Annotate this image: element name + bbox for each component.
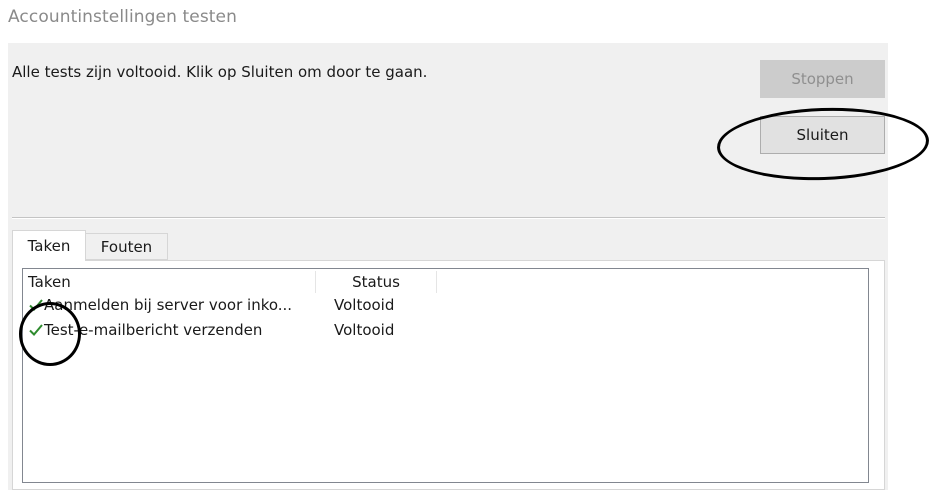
tab-fouten[interactable]: Fouten [86,233,168,260]
task-list[interactable]: Taken Status Aanmelden bij server voor i… [22,268,869,483]
task-name: Aanmelden bij server voor inko... [44,296,293,314]
table-row[interactable]: Aanmelden bij server voor inko... Voltoo… [28,294,448,318]
tab-page-taken: Taken Status Aanmelden bij server voor i… [12,260,885,490]
status-message: Alle tests zijn voltooid. Klik op Sluite… [12,63,428,81]
stop-button[interactable]: Stoppen [760,60,885,98]
checkmark-icon [29,324,43,336]
close-button[interactable]: Sluiten [760,116,885,154]
divider [12,217,885,219]
column-header-status[interactable]: Status [315,271,437,293]
dialog-panel: Alle tests zijn voltooid. Klik op Sluite… [8,43,888,490]
column-header-taken[interactable]: Taken [28,271,315,293]
task-status: Voltooid [334,321,395,339]
task-name: Test-e-mailbericht verzenden [44,321,263,339]
table-row[interactable]: Test-e-mailbericht verzenden Voltooid [28,319,448,343]
window-title: Accountinstellingen testen [8,7,237,27]
checkmark-icon [29,299,43,311]
tab-taken[interactable]: Taken [12,230,86,261]
task-status: Voltooid [334,296,395,314]
